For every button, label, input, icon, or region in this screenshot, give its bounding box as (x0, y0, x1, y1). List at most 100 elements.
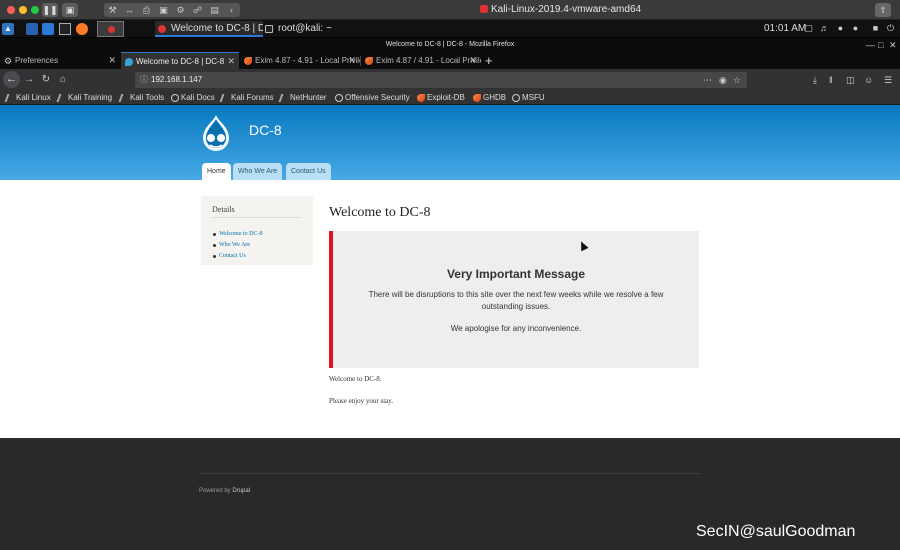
panel-clock[interactable]: 01:01 AM (764, 21, 806, 37)
vm-icon (480, 5, 488, 13)
lock-icon[interactable]: ■ (871, 24, 880, 33)
bookmark-item[interactable]: Offensive Security (334, 91, 410, 105)
close-tab-icon[interactable]: ✕ (348, 52, 356, 69)
message-body: There will be disruptions to this site o… (368, 290, 664, 311)
kali-icon (56, 94, 66, 102)
reload-button[interactable]: ↻ (39, 72, 53, 88)
kali-icon (278, 94, 288, 102)
document-icon[interactable]: ▤ (206, 3, 223, 17)
firefox-icon (158, 25, 166, 33)
close-window-button[interactable] (7, 6, 15, 14)
power-off-icon[interactable]: ⏻ (886, 24, 895, 33)
drupal-favicon-icon (125, 58, 133, 66)
file-manager-icon[interactable] (42, 23, 54, 35)
printer-icon[interactable]: ⎙ (138, 3, 155, 17)
firefox-launcher-icon[interactable] (76, 23, 88, 35)
nav-tab-home[interactable]: Home (202, 163, 231, 180)
bookmark-item[interactable]: Kali Forums (219, 91, 274, 105)
globe-icon (512, 94, 520, 102)
url-text[interactable]: 192.168.1.147 (151, 72, 202, 88)
chevron-left-icon[interactable]: ‹ (223, 3, 240, 17)
tab-preferences[interactable]: ⚙ Preferences ✕ (0, 52, 120, 69)
notification-bell-icon[interactable]: ● (836, 24, 845, 33)
back-button[interactable]: ← (3, 71, 20, 88)
tab-exim-1[interactable]: Exim 4.87 - 4.91 - Local Privilege Escal… (240, 52, 360, 69)
vmware-titlebar: ❚❚ ▣ ⚒ ↔ ⎙ ▣ ⚙ ☍ ▤ ‹ Kali-Linux-2019.4-v… (0, 0, 900, 20)
kali-icon (118, 94, 128, 102)
sidebar-link-contact-us[interactable]: Contact Us (213, 252, 246, 260)
pocket-icon[interactable]: ◉ (719, 72, 727, 88)
tab-exim-2[interactable]: Exim 4.87 / 4.91 - Local Privilege Escal… (361, 52, 481, 69)
sidebar-link-welcome[interactable]: Welcome to DC-8 (213, 230, 263, 238)
bookmark-item[interactable]: Kali Tools (118, 91, 164, 105)
kali-top-panel: ▲ Welcome to DC-8 | DC-... root@kali: ~ … (0, 20, 900, 38)
bookmark-item[interactable]: Exploit-DB (416, 91, 465, 105)
resize-arrows-icon[interactable]: ↔ (121, 3, 138, 17)
tab-dc8[interactable]: Welcome to DC-8 | DC-8 ✕ (121, 52, 239, 69)
url-bar[interactable]: ⓘ 192.168.1.147 ⋯ ◉ ☆ (135, 72, 747, 88)
terminal-icon (265, 25, 273, 33)
sidebar-icon[interactable]: ◫ (846, 72, 855, 88)
drive-icon[interactable]: ▣ (155, 3, 172, 17)
firefox-workspace-icon (108, 26, 115, 33)
display-icon[interactable]: ▢ (804, 24, 813, 33)
settings-wrench-icon[interactable]: ⚒ (104, 3, 121, 17)
nav-tab-who-we-are[interactable]: Who We Are (233, 163, 283, 180)
new-tab-button[interactable]: + (485, 52, 493, 69)
gear-icon[interactable]: ⚙ (172, 3, 189, 17)
forward-button[interactable]: → (22, 72, 36, 88)
vm-window-title: Kali-Linux-2019.4-vmware-amd64 (480, 3, 641, 17)
sidebar-divider (212, 217, 302, 218)
minimize-window-button[interactable] (19, 6, 27, 14)
page-actions-icon[interactable]: ⋯ (703, 72, 712, 88)
library-icon[interactable]: ‖ (829, 72, 833, 88)
navigation-toolbar: ← → ↻ ⌂ ⓘ 192.168.1.147 ⋯ ◉ ☆ ⤓ ‖ ◫ ☺ ☰ (0, 69, 900, 91)
bookmark-item[interactable]: Kali Training (56, 91, 112, 105)
close-tab-icon[interactable]: ✕ (469, 52, 477, 69)
close-tab-icon[interactable]: ✕ (108, 52, 116, 69)
sidebar-details: Details Welcome to DC-8 Who We Are Conta… (201, 196, 313, 265)
terminal-launcher-icon[interactable] (59, 23, 71, 35)
exploitdb-icon (473, 94, 481, 102)
snapshot-icon[interactable]: ▣ (62, 3, 78, 17)
share-icon[interactable]: ⇧ (875, 3, 891, 17)
show-desktop-icon[interactable] (26, 23, 38, 35)
taskbar-firefox[interactable]: Welcome to DC-8 | DC-... (155, 21, 263, 37)
site-name[interactable]: DC-8 (249, 122, 282, 138)
bookmark-item[interactable]: Kali Docs (170, 91, 215, 105)
downloads-icon[interactable]: ⤓ (813, 72, 817, 88)
close-icon[interactable]: ✕ (889, 39, 897, 51)
bookmark-item[interactable]: NetHunter (278, 91, 326, 105)
bookmark-item[interactable]: MSFU (511, 91, 545, 105)
volume-icon[interactable]: ♬ (820, 24, 829, 33)
menu-icon[interactable]: ☰ (884, 72, 892, 88)
vm-toolbar: ⚒ ↔ ⎙ ▣ ⚙ ☍ ▤ ‹ (104, 3, 240, 17)
minimize-icon[interactable]: — (866, 39, 875, 51)
pause-vm-icon[interactable]: ❚❚ (42, 3, 58, 17)
site-info-icon[interactable]: ⓘ (140, 72, 148, 88)
sidebar-link-who-we-are[interactable]: Who We Are (212, 241, 250, 249)
home-button[interactable]: ⌂ (56, 72, 70, 88)
usb-icon[interactable]: ☍ (189, 3, 206, 17)
bookmark-item[interactable]: GHDB (472, 91, 506, 105)
kali-menu-icon[interactable]: ▲ (2, 23, 14, 35)
power-icon[interactable]: ● (851, 24, 860, 33)
drupal-link[interactable]: Drupal (232, 488, 250, 494)
taskbar-terminal[interactable]: root@kali: ~ (262, 21, 342, 37)
account-icon[interactable]: ☺ (864, 72, 873, 88)
gear-icon: ⚙ (4, 56, 13, 66)
globe-icon (171, 94, 179, 102)
bookmarks-toolbar: Kali Linux Kali Training Kali Tools Kali… (0, 91, 900, 105)
close-tab-icon[interactable]: ✕ (227, 53, 235, 69)
zoom-window-button[interactable] (31, 6, 39, 14)
body-paragraph: Welcome to DC-8. (329, 375, 382, 383)
bookmark-star-icon[interactable]: ☆ (733, 72, 741, 88)
nav-tab-contact-us[interactable]: Contact Us (286, 163, 331, 180)
drupal-logo-icon[interactable] (199, 113, 233, 153)
bookmark-item[interactable]: Kali Linux (4, 91, 51, 105)
message-apology: We apologise for any inconvenience. (450, 324, 582, 333)
page-title: Welcome to DC-8 (329, 205, 431, 220)
body-paragraph: Please enjoy your stay. (329, 397, 394, 405)
maximize-icon[interactable]: □ (878, 39, 883, 51)
workspace-switcher[interactable] (97, 21, 124, 37)
